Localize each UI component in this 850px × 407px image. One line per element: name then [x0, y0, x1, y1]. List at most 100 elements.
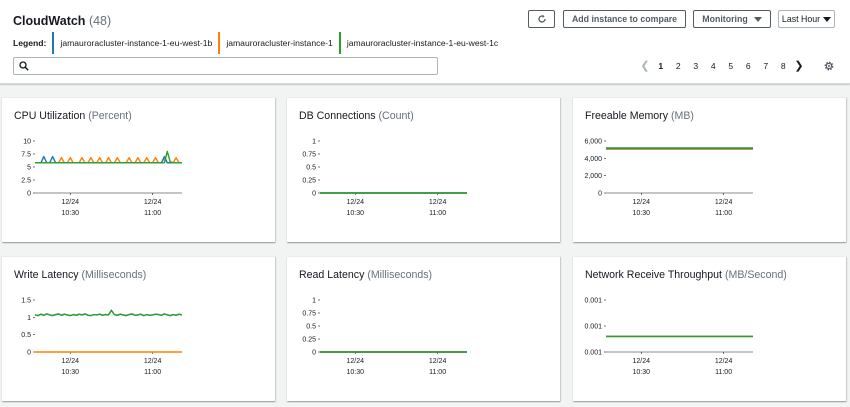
y-tick-label: 0.75: [302, 311, 316, 318]
caret-down-icon: [823, 16, 832, 22]
legend-swatch: [218, 32, 221, 54]
page-4[interactable]: 4: [705, 61, 723, 71]
legend: Legend: jamauroracluster-instance-1-eu-w…: [13, 32, 504, 54]
y-tick-label: 10: [23, 139, 31, 146]
y-tick-label: 0: [27, 350, 31, 357]
y-tick-label: 1: [312, 139, 316, 146]
y-tick-label: 0.001: [584, 350, 602, 357]
chart-freeable-memory: 6,000 4,000 2,000 0 12/24 10:30 12/24 11:00: [584, 139, 753, 217]
y-tick-label: 1: [27, 315, 31, 322]
x-tick-date: 12/24: [633, 358, 651, 365]
y-tick-label: 0: [598, 191, 602, 198]
y-tick-label: 0: [312, 350, 316, 357]
x-tick-time: 10:30: [62, 210, 80, 217]
y-tick-label: 7.5: [21, 152, 31, 159]
page-7[interactable]: 7: [757, 61, 775, 71]
legend-item-instance-1[interactable]: jamauroracluster-instance-1: [218, 32, 333, 54]
x-tick-time: 11:00: [715, 369, 732, 376]
x-tick-time: 11:00: [429, 210, 446, 217]
x-tick-time: 10:30: [347, 210, 365, 217]
x-tick-date: 12/24: [144, 199, 162, 206]
refresh-icon: [537, 14, 546, 23]
page-5[interactable]: 5: [722, 61, 740, 71]
chart-network-receive: 0.001 0.001 0.001 12/24 10:30 12/24 11:00: [584, 298, 753, 376]
x-tick-time: 11:00: [144, 369, 161, 376]
panel-title: CloudWatch (48): [13, 14, 111, 28]
y-tick-label: 6,000: [584, 139, 602, 146]
title-text: CloudWatch: [13, 14, 86, 28]
series-line: [35, 156, 182, 164]
y-tick-label: 5: [27, 165, 31, 172]
caret-down-icon: [753, 16, 762, 22]
metric-count: (48): [88, 14, 112, 28]
x-tick-date: 12/24: [62, 358, 80, 365]
y-tick-label: 0.5: [21, 332, 31, 339]
legend-item-label: jamauroracluster-instance-1-eu-west-1c: [346, 38, 499, 48]
x-tick-time: 10:30: [633, 369, 651, 376]
pagination: ❮ 1 2 3 4 5 6 7 8 ❯: [638, 59, 806, 72]
x-tick-date: 12/24: [62, 199, 80, 206]
metric-card-db-connections: DB Connections (Count) 1 0.75 0.5 0.25 0 12/2…: [287, 97, 560, 242]
search-box: [13, 57, 438, 75]
time-range-label: Last Hour: [781, 14, 821, 24]
legend-item-label: jamauroracluster-instance-1: [226, 38, 333, 48]
gear-icon[interactable]: [823, 60, 835, 72]
legend-item-1c[interactable]: jamauroracluster-instance-1-eu-west-1c: [338, 32, 499, 54]
y-tick-label: 1.5: [21, 298, 31, 305]
add-instance-button[interactable]: Add instance to compare: [563, 10, 686, 28]
search-icon: [19, 61, 29, 71]
legend-swatch: [338, 32, 341, 54]
y-tick-label: 0.001: [584, 298, 602, 305]
y-tick-label: 0.001: [584, 324, 602, 331]
y-tick-label: 0.5: [306, 324, 316, 331]
x-tick-time: 10:30: [347, 369, 365, 376]
legend-item-label: jamauroracluster-instance-1-eu-west-1b: [60, 38, 213, 48]
page-2[interactable]: 2: [670, 61, 688, 71]
y-tick-label: 0: [312, 191, 316, 198]
y-tick-label: 4,000: [584, 156, 602, 163]
metric-card-cpu: CPU Utilization (Percent) 10 7.5 5 2.5 0 12/2…: [2, 97, 275, 242]
y-tick-label: 0.75: [302, 152, 316, 159]
chart-cpu: 10 7.5 5 2.5 0 12/24 10:30 12/24 11:00: [21, 139, 182, 217]
x-tick-date: 12/24: [429, 199, 447, 206]
refresh-button[interactable]: [528, 10, 555, 28]
legend-label: Legend:: [13, 38, 47, 48]
monitoring-dropdown[interactable]: Monitoring: [693, 10, 771, 28]
y-tick-label: 0.25: [302, 337, 316, 344]
y-tick-label: 2,000: [584, 173, 602, 180]
chevron-left-icon[interactable]: ❮: [638, 59, 652, 72]
search-input[interactable]: [34, 59, 429, 73]
chart-read-latency: 1 0.75 0.5 0.25 0 12/24 10:30 12/24 11:00: [302, 298, 467, 376]
chevron-right-icon[interactable]: ❯: [792, 59, 806, 72]
y-tick-label: 0.5: [306, 165, 316, 172]
cloudwatch-header-panel: CloudWatch (48) Legend: jamauroracluster…: [0, 0, 850, 84]
chart-write-latency: 1.5 1 0.5 0 12/24 10:30 12/24 11:00: [21, 298, 183, 376]
metric-card-freeable-memory: Freeable Memory (MB) 6,000 4,000 2,000 0 12/…: [573, 97, 846, 242]
metric-card-write-latency: Write Latency (Milliseconds) 1.5 1 0.5 0 12/…: [2, 256, 275, 401]
x-tick-time: 10:30: [62, 369, 80, 376]
time-range-dropdown[interactable]: Last Hour: [778, 10, 835, 28]
chart-db-connections: 1 0.75 0.5 0.25 0 12/24 10:30 12/24 11:00: [302, 139, 467, 217]
y-tick-label: 2.5: [21, 178, 31, 185]
series-line: [34, 309, 183, 317]
monitoring-label: Monitoring: [702, 14, 748, 24]
metric-card-read-latency: Read Latency (Milliseconds) 1 0.75 0.5 0.25…: [287, 256, 560, 401]
x-tick-date: 12/24: [347, 358, 365, 365]
y-tick-label: 0: [27, 191, 31, 198]
x-tick-date: 12/24: [144, 358, 162, 365]
page-6[interactable]: 6: [740, 61, 758, 71]
legend-item-1b[interactable]: jamauroracluster-instance-1-eu-west-1b: [52, 32, 212, 54]
x-tick-time: 10:30: [633, 210, 651, 217]
x-tick-date: 12/24: [633, 199, 651, 206]
page-8[interactable]: 8: [775, 61, 793, 71]
x-tick-time: 11:00: [429, 369, 446, 376]
x-tick-date: 12/24: [715, 199, 733, 206]
x-tick-time: 11:00: [715, 210, 732, 217]
x-tick-date: 12/24: [715, 358, 733, 365]
legend-swatch: [52, 32, 55, 54]
metric-card-network-receive: Network Receive Throughput (MB/Second) 0…: [573, 256, 846, 401]
x-tick-date: 12/24: [429, 358, 447, 365]
x-tick-date: 12/24: [347, 199, 365, 206]
page-3[interactable]: 3: [687, 61, 705, 71]
page-1[interactable]: 1: [652, 61, 670, 71]
